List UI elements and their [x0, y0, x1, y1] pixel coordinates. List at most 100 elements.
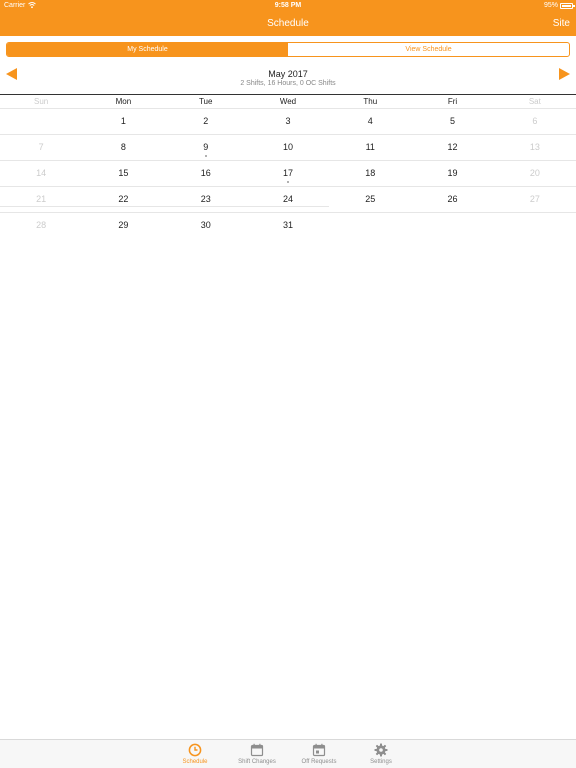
calendar-day[interactable]: 28: [0, 213, 82, 234]
battery-percent: 95%: [543, 2, 558, 9]
calendar-day[interactable]: 16: [165, 161, 247, 186]
day-number: 8: [120, 142, 126, 152]
calendar-week-row: 7 8 9 10 11 12 13: [0, 134, 576, 160]
day-number: 16: [200, 168, 211, 178]
day-number: 15: [118, 168, 129, 178]
day-number: 12: [447, 142, 458, 152]
day-number: 10: [282, 142, 293, 152]
day-number: 21: [36, 194, 47, 204]
calendar-day[interactable]: 20: [494, 161, 576, 186]
battery-icon: [560, 3, 575, 9]
day-number: 18: [365, 168, 376, 178]
day-number: 13: [529, 142, 540, 152]
day-number: 28: [36, 220, 47, 230]
month-title: May 2017: [268, 69, 308, 79]
day-number: 26: [447, 194, 458, 204]
calendar-day[interactable]: 24: [247, 187, 329, 212]
tab-shift-changes[interactable]: Shift Changes: [226, 740, 288, 768]
calendar-day[interactable]: 2: [165, 109, 247, 134]
calendar-day[interactable]: 25: [329, 187, 411, 212]
day-number: 1: [120, 116, 126, 126]
calendar-day[interactable]: 4: [329, 109, 411, 134]
day-number: 25: [365, 194, 376, 204]
day-number: 30: [200, 220, 211, 230]
calendar-day[interactable]: 3: [247, 109, 329, 134]
segment-view-schedule[interactable]: View Schedule: [288, 43, 569, 56]
calendar-day[interactable]: 6: [494, 109, 576, 134]
calendar-day[interactable]: 29: [82, 213, 164, 234]
day-number: 11: [365, 142, 375, 152]
weekday-label: Sun: [34, 97, 49, 106]
calendar-week-row: 14 15 16 17 18 19 20: [0, 160, 576, 186]
tab-bar: Schedule Shift Changes Off Requests Sett…: [0, 739, 576, 768]
tab-label: Off Requests: [301, 759, 337, 765]
weekday-label: Fri: [447, 97, 458, 106]
day-number: 24: [282, 194, 293, 204]
calendar-icon: [250, 743, 264, 757]
calendar-day[interactable]: 11: [329, 135, 411, 160]
calendar-week-row: 21 22 23 24 25 26 27: [0, 186, 576, 212]
gear-icon: [374, 743, 388, 757]
calendar-day[interactable]: 7: [0, 135, 82, 160]
day-number: 5: [450, 116, 456, 126]
calendar-day[interactable]: 30: [165, 213, 247, 234]
calendar-day[interactable]: 21: [0, 187, 82, 212]
calendar-empty-cell: [0, 109, 82, 134]
day-number: 4: [367, 116, 373, 126]
calendar-day[interactable]: 27: [494, 187, 576, 212]
day-number: 9: [203, 142, 209, 152]
calendar-day[interactable]: 14: [0, 161, 82, 186]
calendar-grid: 1 2 3 4 5 6 7 8 9 10 11 12 13 14 15 16 17 18 19 20 21 22 23 24 2…: [0, 108, 576, 234]
day-number: 19: [447, 168, 458, 178]
calendar-week-row: 1 2 3 4 5 6: [0, 108, 576, 134]
schedule-segmented-control: My Schedule View Schedule: [6, 42, 570, 57]
day-number: 31: [282, 220, 293, 230]
calendar-day[interactable]: 13: [494, 135, 576, 160]
calendar-empty-cell: [329, 213, 411, 234]
tab-off-requests[interactable]: Off Requests: [288, 740, 350, 768]
day-number: 2: [203, 116, 209, 126]
day-number: 27: [529, 194, 540, 204]
weekday-label: Wed: [279, 97, 297, 106]
weekday-label: Thu: [363, 97, 378, 106]
tab-label: Schedule: [182, 759, 208, 765]
weekday-header: Sun Mon Tue Wed Thu Fri Sat: [0, 94, 576, 108]
calendar-day[interactable]: 8: [82, 135, 164, 160]
calendar-day[interactable]: 1: [82, 109, 164, 134]
weekday-label: Tue: [198, 97, 213, 106]
shift-indicator-dot: [204, 155, 207, 157]
calendar-day[interactable]: 22: [82, 187, 164, 212]
weekday-label: Sat: [528, 97, 541, 106]
status-bar: Carrier 9:58 PM 95%: [0, 0, 576, 12]
day-number: 22: [118, 194, 129, 204]
day-number: 3: [285, 116, 291, 126]
day-number: 7: [38, 142, 44, 152]
day-number: 17: [282, 168, 293, 178]
site-button[interactable]: Site: [553, 18, 570, 29]
next-month-icon[interactable]: [559, 68, 570, 80]
calendar-day[interactable]: 5: [411, 109, 493, 134]
day-number: 14: [36, 168, 47, 178]
day-number: 20: [529, 168, 540, 178]
calendar-day[interactable]: 31: [247, 213, 329, 234]
tab-label: Settings: [370, 759, 392, 765]
calendar-day[interactable]: 15: [82, 161, 164, 186]
calendar-day[interactable]: 19: [411, 161, 493, 186]
navigation-bar: Schedule Site: [0, 12, 576, 36]
calendar-day[interactable]: 17: [247, 161, 329, 186]
calendar-day[interactable]: 23: [165, 187, 247, 212]
calendar-empty-cell: [411, 213, 493, 234]
calendar-day[interactable]: 9: [165, 135, 247, 160]
tab-settings[interactable]: Settings: [350, 740, 412, 768]
day-number: 23: [200, 194, 211, 204]
tab-label: Shift Changes: [238, 759, 276, 765]
calendar-day[interactable]: 18: [329, 161, 411, 186]
calendar-day[interactable]: 10: [247, 135, 329, 160]
status-time: 9:58 PM: [274, 2, 302, 9]
tab-schedule[interactable]: Schedule: [164, 740, 226, 768]
segment-my-schedule[interactable]: My Schedule: [7, 43, 288, 56]
calendar-day[interactable]: 26: [411, 187, 493, 212]
month-header: May 2017 2 Shifts, 16 Hours, 0 OC Shifts: [0, 66, 576, 92]
calendar-week-row: 28 29 30 31: [0, 212, 576, 234]
calendar-day[interactable]: 12: [411, 135, 493, 160]
